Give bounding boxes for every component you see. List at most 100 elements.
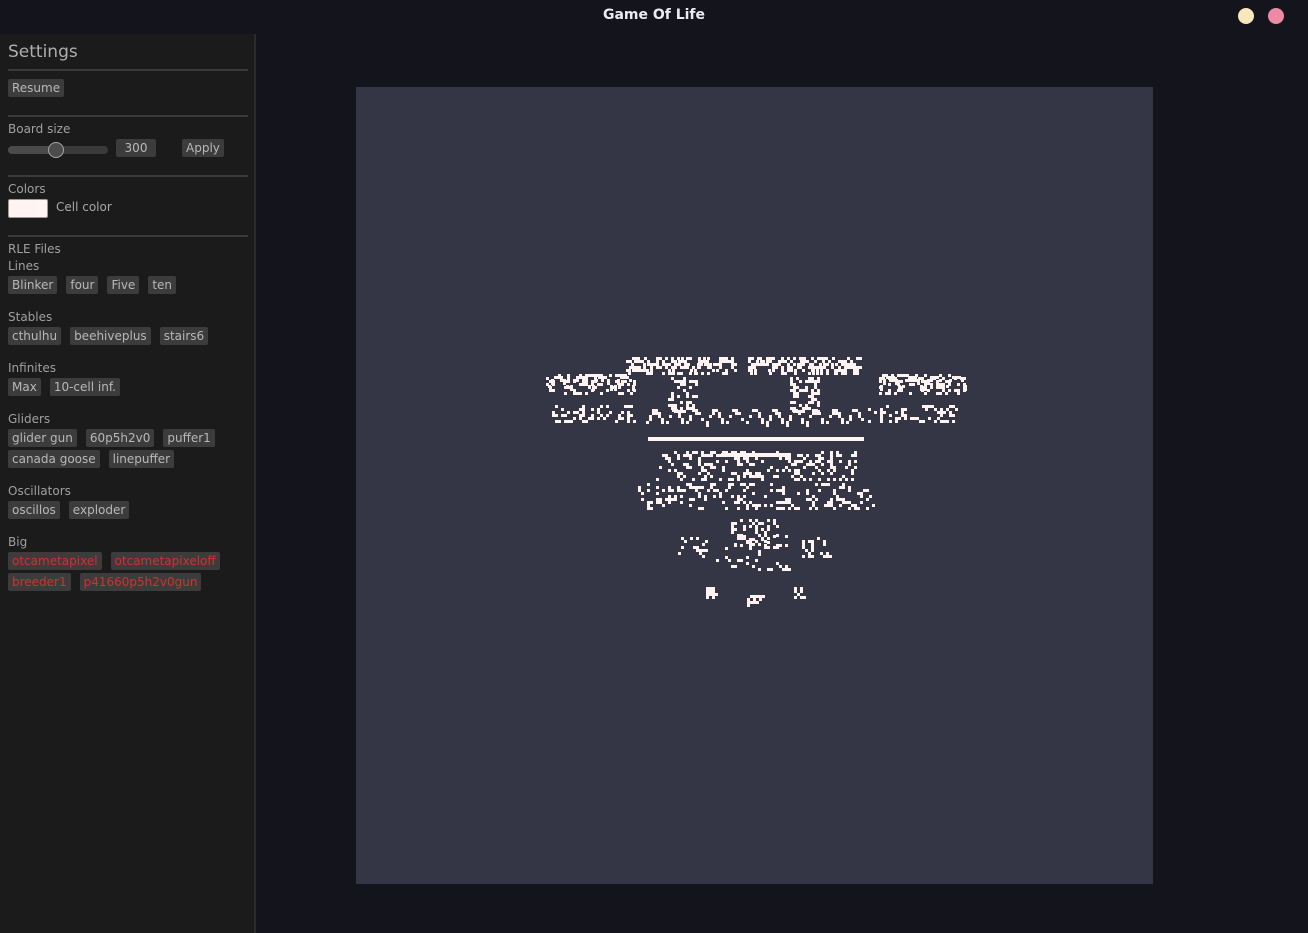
live-cell [665, 498, 668, 501]
live-cell [734, 472, 737, 475]
rle-beehiveplus-button[interactable]: beehiveplus [70, 327, 151, 345]
live-cell [895, 420, 898, 423]
rle-puffer1-button[interactable]: puffer1 [163, 429, 215, 447]
minimize-button[interactable] [1238, 8, 1254, 24]
group-lines-label: Lines [8, 259, 40, 273]
rle-oscillos-button[interactable]: oscillos [8, 501, 60, 519]
live-cell [718, 412, 721, 415]
rle-otcametapixel-button[interactable]: otcametapixel [8, 552, 102, 570]
live-cell [808, 407, 811, 410]
live-cell [752, 504, 755, 507]
live-cell [937, 417, 940, 420]
rle-four-button[interactable]: four [66, 276, 99, 294]
apply-button[interactable]: Apply [182, 139, 224, 157]
live-cell [686, 401, 689, 404]
live-cell [827, 504, 830, 507]
live-cell [621, 383, 624, 386]
live-cell [770, 568, 773, 571]
live-cell [713, 489, 716, 492]
live-cell [561, 414, 564, 417]
live-cell [814, 360, 817, 363]
live-cell [800, 363, 803, 366]
live-cell [731, 360, 734, 363]
resume-button[interactable]: Resume [8, 79, 65, 97]
live-cell [719, 495, 722, 498]
live-cell [826, 552, 829, 555]
live-cell [946, 408, 949, 411]
board-size-input[interactable]: 300 [116, 139, 156, 157]
rle-exploder-button[interactable]: exploder [68, 501, 130, 519]
live-cell [749, 544, 752, 547]
board-size-slider[interactable] [8, 142, 108, 158]
live-cell [815, 466, 818, 469]
live-cell [582, 420, 585, 423]
live-cell [802, 543, 805, 546]
rle-otcametapixeloff-button[interactable]: otcametapixeloff [110, 552, 220, 570]
rle-cthulhu-button[interactable]: cthulhu [8, 327, 62, 345]
cell-grid[interactable] [356, 87, 1153, 884]
live-cell [706, 590, 709, 593]
live-cell [609, 374, 612, 377]
live-cell [567, 420, 570, 423]
rle-breeder1-button[interactable]: breeder1 [8, 573, 71, 591]
game-board[interactable] [356, 87, 1153, 884]
live-cell [692, 498, 695, 501]
live-cell [661, 421, 664, 424]
live-cell [737, 534, 740, 537]
live-cell [570, 420, 573, 423]
live-cell [822, 360, 825, 363]
live-cell [761, 522, 764, 525]
rle-ten-button[interactable]: ten [148, 276, 177, 294]
cell-color-swatch[interactable] [8, 199, 48, 218]
slider-handle[interactable] [48, 142, 64, 158]
live-cell [674, 451, 677, 454]
rle-linepuffer-button[interactable]: linepuffer [108, 450, 175, 468]
live-cell [706, 593, 709, 596]
live-cell [827, 478, 830, 481]
live-cell [712, 590, 715, 593]
live-cell [805, 386, 808, 389]
live-cell [766, 360, 769, 363]
live-cell [921, 380, 924, 383]
live-cell [600, 414, 603, 417]
live-cell [669, 415, 672, 418]
close-button[interactable] [1268, 8, 1284, 24]
live-cell [704, 454, 707, 457]
rle-canada-goose-button[interactable]: canada goose [8, 450, 100, 468]
live-cell [924, 385, 927, 388]
live-cell [841, 372, 844, 375]
live-cell [735, 409, 738, 412]
live-cell [725, 460, 728, 463]
rle-stairs6-button[interactable]: stairs6 [159, 327, 209, 345]
live-cell [650, 366, 653, 369]
live-cell [791, 504, 794, 507]
live-cell [621, 411, 624, 414]
live-cell [880, 420, 883, 423]
live-cell [793, 401, 796, 404]
live-cell [954, 389, 957, 392]
live-cell [815, 412, 818, 415]
rle-60p5h2v0-button[interactable]: 60p5h2v0 [85, 429, 155, 447]
live-cell [806, 492, 809, 495]
live-cell [908, 379, 911, 382]
live-cell [598, 376, 601, 379]
live-cell [689, 483, 692, 486]
rle-glider-gun-button[interactable]: glider gun [8, 429, 77, 447]
live-cell [917, 382, 920, 385]
live-cell [925, 408, 928, 411]
live-cell [830, 501, 833, 504]
live-cell [754, 369, 757, 372]
live-cell [846, 421, 849, 424]
rle-five-button[interactable]: Five [107, 276, 140, 294]
rle-p41660p5h2v0gun-button[interactable]: p41660p5h2v0gun [79, 573, 202, 591]
live-cell [838, 412, 841, 415]
live-cell [797, 454, 800, 457]
rle-max-button[interactable]: Max [8, 378, 41, 396]
rle-blinker-button[interactable]: Blinker [8, 276, 58, 294]
rle-10-cell-inf-button[interactable]: 10-cell inf. [49, 378, 120, 396]
live-cell [722, 360, 725, 363]
live-cell [894, 392, 897, 395]
live-cell [788, 457, 791, 460]
live-cell [624, 405, 627, 408]
live-cell [767, 525, 770, 528]
